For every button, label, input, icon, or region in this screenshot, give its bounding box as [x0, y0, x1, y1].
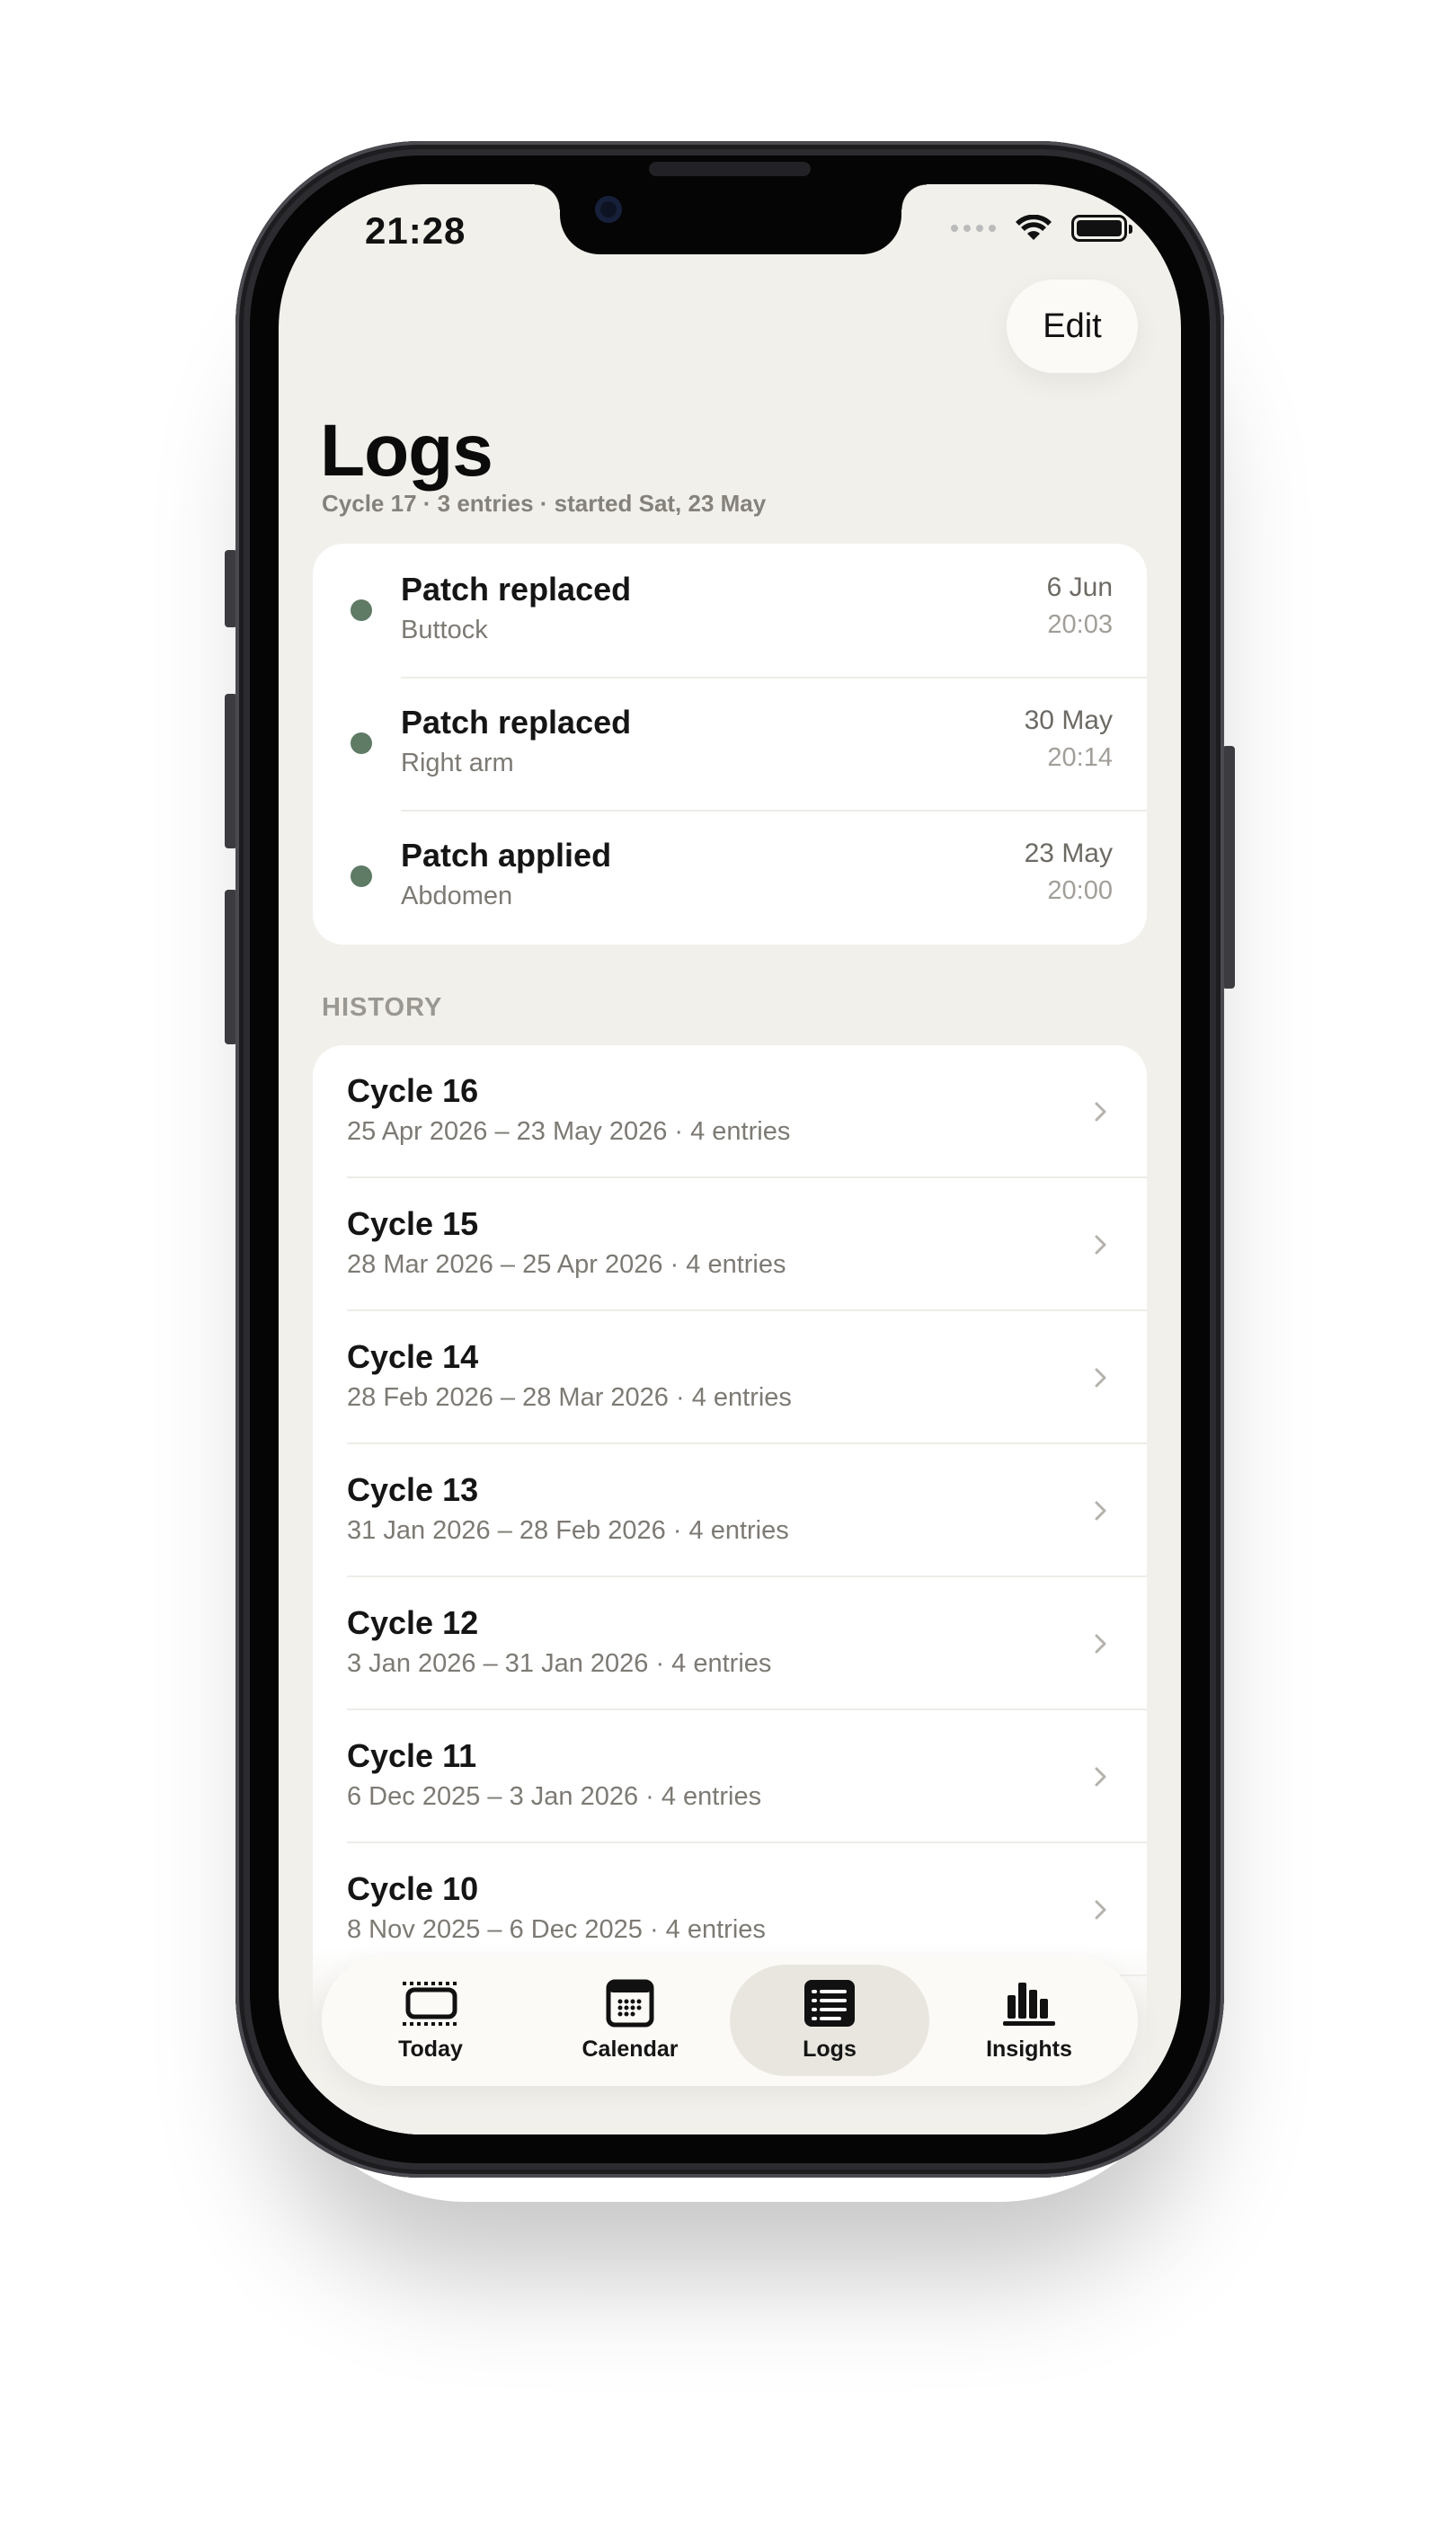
- front-camera: [595, 196, 622, 223]
- cycle-title: Cycle 11: [347, 1737, 477, 1774]
- tab-logs[interactable]: Logs: [730, 1965, 929, 2076]
- entry-title: Patch replaced: [401, 571, 632, 608]
- cycle-title: Cycle 10: [347, 1870, 479, 1907]
- today-icon: [403, 1981, 458, 2026]
- status-icons: [951, 215, 1132, 242]
- cycle-range: 28 Mar 2026 – 25 Apr 2026 · 4 entries: [347, 1250, 786, 1279]
- cycle-title: Cycle 12: [347, 1604, 479, 1641]
- tab-label: Today: [398, 2036, 463, 2062]
- entry-title: Patch applied: [401, 837, 612, 874]
- history-section-header: HISTORY: [322, 993, 443, 1022]
- entry-status-dot: [351, 865, 372, 887]
- cycle-title: Cycle 16: [347, 1072, 479, 1109]
- signal-icon: [951, 225, 996, 232]
- log-entry-row[interactable]: Patch replaced Buttock 6 Jun 20:03: [313, 544, 1147, 677]
- entry-status-dot: [351, 599, 372, 621]
- log-entry-row[interactable]: Patch replaced Right arm 30 May 20:14: [313, 677, 1147, 810]
- edit-button[interactable]: Edit: [1007, 280, 1138, 373]
- tab-today[interactable]: Today: [331, 1965, 530, 2076]
- cycle-range: 3 Jan 2026 – 31 Jan 2026 · 4 entries: [347, 1649, 772, 1678]
- entry-site: Right arm: [401, 749, 514, 777]
- cycle-title: Cycle 15: [347, 1205, 479, 1242]
- cycle-row[interactable]: Cycle 11 6 Dec 2025 – 3 Jan 2026 · 4 ent…: [313, 1710, 1147, 1843]
- entry-site: Abdomen: [401, 882, 513, 910]
- entry-time: 20:03: [1047, 610, 1113, 639]
- entry-time: 20:00: [1047, 876, 1113, 905]
- row-divider: [401, 677, 1147, 679]
- entry-title: Patch replaced: [401, 704, 632, 741]
- power-button: [1222, 746, 1235, 989]
- cycle-range: 8 Nov 2025 – 6 Dec 2025 · 4 entries: [347, 1915, 766, 1944]
- wifi-icon: [1016, 215, 1052, 240]
- cycle-row[interactable]: Cycle 15 28 Mar 2026 – 25 Apr 2026 · 4 e…: [313, 1178, 1147, 1311]
- calendar-icon: [606, 1979, 654, 2027]
- chevron-right-icon: [1095, 1634, 1106, 1654]
- chevron-right-icon: [1095, 1102, 1106, 1122]
- chevron-right-icon: [1095, 1235, 1106, 1255]
- entry-time: 20:14: [1047, 743, 1113, 772]
- entry-site: Buttock: [401, 616, 488, 644]
- chevron-right-icon: [1095, 1368, 1106, 1388]
- cycle-range: 28 Feb 2026 – 28 Mar 2026 · 4 entries: [347, 1383, 792, 1412]
- page-title: Logs: [320, 410, 493, 492]
- chevron-right-icon: [1095, 1900, 1106, 1920]
- entry-date: 23 May: [1024, 839, 1113, 868]
- cycle-title: Cycle 14: [347, 1338, 479, 1375]
- tab-label: Calendar: [582, 2036, 679, 2062]
- cycle-row[interactable]: Cycle 13 31 Jan 2026 – 28 Feb 2026 · 4 e…: [313, 1444, 1147, 1577]
- row-divider: [401, 810, 1147, 812]
- current-cycle-card: Patch replaced Buttock 6 Jun 20:03 Patch…: [313, 544, 1147, 945]
- tab-bar: Today Calendar Logs Insights: [322, 1955, 1138, 2086]
- logs-icon: [804, 1979, 855, 2027]
- status-time: 21:28: [365, 209, 466, 252]
- cycle-range: 25 Apr 2026 – 23 May 2026 · 4 entries: [347, 1117, 791, 1146]
- cycle-range: 31 Jan 2026 – 28 Feb 2026 · 4 entries: [347, 1516, 789, 1545]
- speaker-grille: [649, 162, 811, 176]
- cycle-row[interactable]: Cycle 12 3 Jan 2026 – 31 Jan 2026 · 4 en…: [313, 1577, 1147, 1710]
- cycle-range: 6 Dec 2025 – 3 Jan 2026 · 4 entries: [347, 1782, 762, 1811]
- entry-date: 30 May: [1024, 706, 1113, 735]
- tab-insights[interactable]: Insights: [929, 1965, 1129, 2076]
- tab-label: Logs: [803, 2036, 857, 2062]
- insights-icon: [1003, 1982, 1055, 2026]
- chevron-right-icon: [1095, 1767, 1106, 1787]
- screen: 21:28 Edit Logs Cycle 17 · 3 entries · s…: [279, 184, 1181, 2134]
- cycle-title: Cycle 13: [347, 1471, 479, 1508]
- phone-frame: 21:28 Edit Logs Cycle 17 · 3 entries · s…: [235, 141, 1224, 2178]
- cycle-row[interactable]: Cycle 14 28 Feb 2026 – 28 Mar 2026 · 4 e…: [313, 1311, 1147, 1444]
- chevron-right-icon: [1095, 1501, 1106, 1521]
- page-subtitle: Cycle 17 · 3 entries · started Sat, 23 M…: [322, 490, 767, 517]
- tab-calendar[interactable]: Calendar: [530, 1965, 730, 2076]
- entry-status-dot: [351, 732, 372, 754]
- battery-icon: [1071, 215, 1132, 242]
- cycle-row[interactable]: Cycle 16 25 Apr 2026 – 23 May 2026 · 4 e…: [313, 1045, 1147, 1178]
- tab-label: Insights: [986, 2036, 1072, 2062]
- entry-date: 6 Jun: [1046, 572, 1113, 602]
- log-entry-row[interactable]: Patch applied Abdomen 23 May 20:00: [313, 810, 1147, 943]
